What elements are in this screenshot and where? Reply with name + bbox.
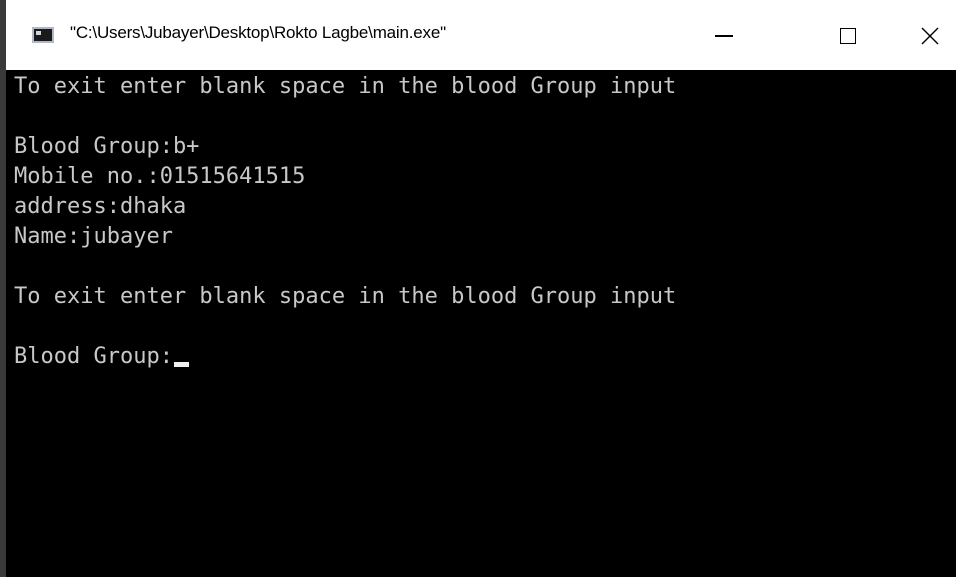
console-line-blood-group: Blood Group:b+: [14, 134, 200, 159]
text-cursor: [173, 362, 189, 367]
console-line-mobile: Mobile no.:01515641515: [14, 164, 306, 189]
console-line-exit-instruction-2: To exit enter blank space in the blood G…: [14, 284, 677, 309]
close-button[interactable]: [904, 14, 956, 58]
console-app-icon[interactable]: [32, 27, 54, 43]
console-window: "C:\Users\Jubayer\Desktop\Rokto Lagbe\ma…: [0, 0, 956, 577]
minimize-icon: [715, 35, 733, 37]
console-prompt: Blood Group:: [14, 344, 173, 369]
close-icon: [921, 27, 939, 45]
maximize-button[interactable]: [818, 14, 878, 58]
console-output[interactable]: To exit enter blank space in the blood G…: [6, 70, 956, 577]
console-line-address: address:dhaka: [14, 194, 187, 219]
console-line-name: Name:jubayer: [14, 224, 173, 249]
maximize-icon: [840, 28, 856, 44]
minimize-button[interactable]: [694, 14, 754, 58]
title-bar[interactable]: "C:\Users\Jubayer\Desktop\Rokto Lagbe\ma…: [6, 0, 956, 70]
window-title: "C:\Users\Jubayer\Desktop\Rokto Lagbe\ma…: [70, 23, 446, 42]
console-input-line[interactable]: Blood Group:: [14, 342, 189, 372]
console-line-exit-instruction: To exit enter blank space in the blood G…: [14, 74, 677, 99]
